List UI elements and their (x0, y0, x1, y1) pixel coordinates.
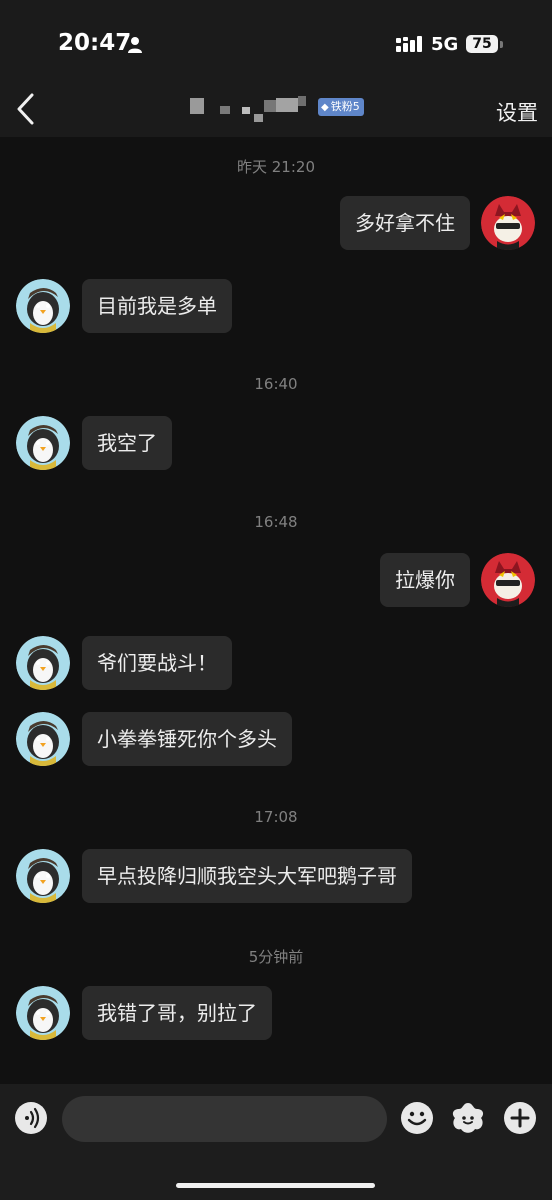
timestamp: 昨天 21:20 (237, 158, 315, 176)
penguin-avatar[interactable] (16, 986, 70, 1040)
fan-level-badge: ◆ 铁粉5 (318, 98, 364, 116)
message-bubble[interactable]: 小拳拳锤死你个多头 (82, 712, 292, 766)
timestamp: 5分钟前 (248, 948, 304, 966)
plus-icon[interactable] (503, 1101, 537, 1135)
status-time: 20:47 (58, 30, 132, 56)
red-cat-avatar[interactable] (481, 196, 535, 250)
battery-level: 75 (466, 35, 498, 53)
message-bubble[interactable]: 我错了哥，别拉了 (82, 986, 272, 1040)
message-bubble[interactable]: 拉爆你 (380, 553, 470, 607)
penguin-avatar[interactable] (16, 849, 70, 903)
message-input[interactable] (62, 1096, 387, 1142)
battery-tip (500, 41, 503, 48)
sticker-icon[interactable] (450, 1101, 486, 1135)
message-bubble[interactable]: 早点投降归顺我空头大军吧鹅子哥 (82, 849, 412, 903)
chat-messages: 昨天 21:20 多好拿不住 目前我是多单 16:40 我空了 16:48 拉爆… (0, 137, 552, 1084)
home-indicator (176, 1183, 375, 1188)
timestamp: 16:48 (254, 513, 298, 531)
message-row: 早点投降归顺我空头大军吧鹅子哥 (0, 849, 552, 905)
penguin-avatar[interactable] (16, 636, 70, 690)
status-bar: 20:47 5G 75 (0, 0, 552, 80)
message-row: 小拳拳锤死你个多头 (0, 712, 552, 768)
chevron-left-icon[interactable] (14, 92, 36, 126)
voice-icon[interactable] (14, 1101, 48, 1135)
message-bubble[interactable]: 多好拿不住 (340, 196, 470, 250)
message-bubble[interactable]: 我空了 (82, 416, 172, 470)
network-type: 5G (431, 34, 459, 55)
penguin-avatar[interactable] (16, 416, 70, 470)
penguin-avatar[interactable] (16, 279, 70, 333)
message-bubble[interactable]: 目前我是多单 (82, 279, 232, 333)
message-row: 拉爆你 (0, 553, 552, 609)
signal-icon (396, 36, 422, 52)
penguin-avatar[interactable] (16, 712, 70, 766)
timestamp: 16:40 (254, 375, 298, 393)
settings-button[interactable]: 设置 (496, 97, 538, 127)
person-icon (128, 37, 142, 53)
message-bubble[interactable]: 爷们要战斗！ (82, 636, 232, 690)
timestamp: 17:08 (254, 808, 298, 826)
message-row: 我空了 (0, 416, 552, 472)
message-row: 目前我是多单 (0, 279, 552, 335)
input-bar (0, 1084, 552, 1200)
contact-name-pixelated (186, 96, 314, 122)
red-cat-avatar[interactable] (481, 553, 535, 607)
chat-header: ◆ 铁粉5 设置 (0, 80, 552, 137)
emoji-icon[interactable] (400, 1101, 434, 1135)
message-row: 我错了哥，别拉了 (0, 986, 552, 1042)
message-row: 多好拿不住 (0, 196, 552, 252)
message-row: 爷们要战斗！ (0, 636, 552, 692)
